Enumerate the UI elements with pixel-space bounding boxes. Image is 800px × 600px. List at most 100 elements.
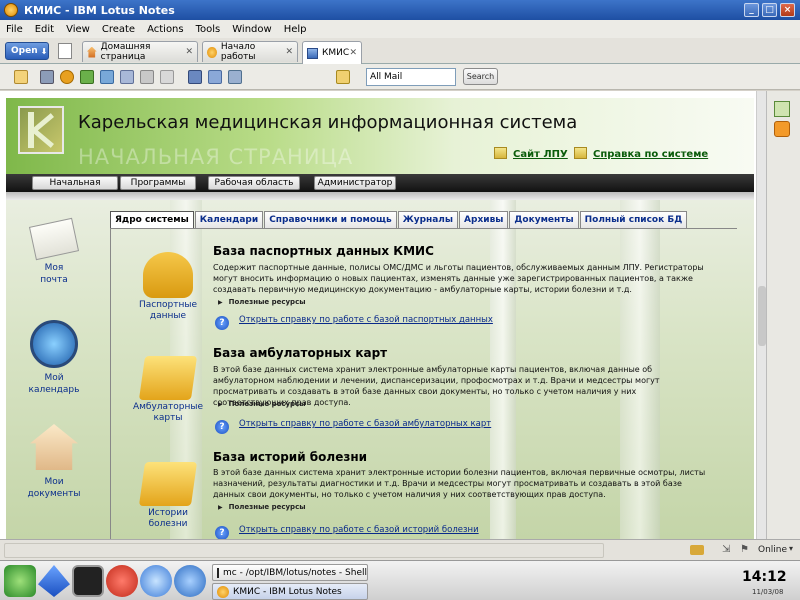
watermark-text: НАЧАЛЬНАЯ СТРАНИЦА xyxy=(78,145,354,169)
tab-home[interactable]: Домашняя страница ✕ xyxy=(82,41,198,62)
print-icon[interactable] xyxy=(40,70,54,84)
window-list-icon[interactable] xyxy=(58,43,72,59)
tab-documents[interactable]: Документы xyxy=(509,211,579,228)
kmis-logo xyxy=(18,106,64,154)
section-title: База историй болезни xyxy=(213,450,368,464)
maximize-button[interactable]: □ xyxy=(762,3,777,17)
online-menu-icon[interactable]: ▾ xyxy=(789,544,793,553)
droplet-icon[interactable] xyxy=(38,565,70,597)
search-input[interactable] xyxy=(366,68,456,86)
people-icon xyxy=(143,252,193,298)
help-link[interactable]: ? Открыть справку по работе с базой амбул… xyxy=(215,419,491,434)
menu-actions[interactable]: Actions xyxy=(141,24,190,35)
document-icon[interactable] xyxy=(208,70,222,84)
useful-resources-toggle[interactable]: Полезные ресурсы xyxy=(218,400,306,408)
site-header: Карельская медицинская информационная си… xyxy=(6,98,754,175)
help-icon: ? xyxy=(215,526,229,540)
system-help-link[interactable]: Справка по системе xyxy=(574,147,708,160)
tab-kmis[interactable]: КМИС ✕ xyxy=(302,41,362,64)
tab-references[interactable]: Справочники и помощь xyxy=(264,211,397,228)
properties-icon[interactable] xyxy=(228,70,242,84)
clock-time[interactable]: 14:12 xyxy=(742,569,787,585)
nav-admin[interactable]: Администратор xyxy=(314,176,396,190)
close-tab-icon[interactable]: ✕ xyxy=(285,47,293,57)
close-tab-icon[interactable]: ✕ xyxy=(349,48,357,58)
window-title: КМИС - IBM Lotus Notes xyxy=(24,3,175,17)
sidebar-my-documents[interactable]: Мои документы xyxy=(14,424,94,500)
arrow-icon xyxy=(494,147,507,159)
folder-icon xyxy=(138,462,198,506)
task-lotus[interactable]: КМИС - IBM Lotus Notes xyxy=(212,583,368,600)
tab-getting-started[interactable]: Начало работы ✕ xyxy=(202,41,298,62)
signal-icon[interactable]: ⇲ xyxy=(722,544,730,555)
nav-home[interactable]: Начальная xyxy=(32,176,118,190)
menu-edit[interactable]: Edit xyxy=(29,24,60,35)
task-shell[interactable]: mc - /opt/IBM/lotus/notes - Shell xyxy=(212,564,368,581)
tab-full-db-list[interactable]: Полный список БД xyxy=(579,211,688,228)
history-section-icon[interactable]: Истории болезни xyxy=(128,462,208,530)
menu-window[interactable]: Window xyxy=(226,24,277,35)
menu-file[interactable]: File xyxy=(0,24,29,35)
lotus-notes-icon xyxy=(4,3,18,17)
passport-section-icon[interactable]: Паспортные данные xyxy=(128,252,208,322)
new-icon[interactable] xyxy=(14,70,28,84)
calendar-icon[interactable] xyxy=(774,101,790,117)
key-icon[interactable] xyxy=(690,545,704,555)
sidebar-my-mail[interactable]: Моя почта xyxy=(14,217,94,286)
clock-date: 11/03/08 xyxy=(752,588,784,596)
search-button[interactable]: Search xyxy=(463,68,498,85)
link-icon[interactable] xyxy=(100,70,114,84)
help-link[interactable]: ? Открыть справку по работе с базой паспо… xyxy=(215,315,493,330)
close-tab-icon[interactable]: ✕ xyxy=(185,47,193,57)
browser-icon[interactable] xyxy=(174,565,206,597)
lotus-notes-icon xyxy=(217,585,229,598)
sidebar-my-calendar[interactable]: Мой календарь xyxy=(14,320,94,396)
nav-workspace[interactable]: Рабочая область xyxy=(208,176,300,190)
help-icon: ? xyxy=(215,316,229,330)
useful-resources-toggle[interactable]: Полезные ресурсы xyxy=(218,298,306,306)
search-scope-icon[interactable] xyxy=(336,70,350,84)
status-message xyxy=(4,543,604,558)
edit-icon[interactable] xyxy=(120,70,134,84)
tab-calendars[interactable]: Календари xyxy=(194,211,264,228)
location-icon[interactable]: ⚑ xyxy=(740,544,749,555)
window-tab-bar: Open ⬇ Домашняя страница ✕ Начало работы… xyxy=(0,38,800,64)
window-title-bar[interactable]: КМИС - IBM Lotus Notes _ □ × xyxy=(0,0,800,20)
move-icon[interactable] xyxy=(140,70,154,84)
tab-journals[interactable]: Журналы xyxy=(397,211,459,228)
forward-icon[interactable] xyxy=(80,70,94,84)
delete-icon[interactable] xyxy=(160,70,174,84)
menu-bar: File Edit View Create Actions Tools Wind… xyxy=(0,20,800,38)
toolbar: Search xyxy=(0,64,800,90)
nav-programs[interactable]: Программы xyxy=(120,176,196,190)
messenger-icon[interactable] xyxy=(140,565,172,597)
menu-help[interactable]: Help xyxy=(278,24,313,35)
terminal-icon[interactable] xyxy=(72,565,104,597)
mail-icon xyxy=(28,217,80,261)
minimize-button[interactable]: _ xyxy=(744,3,759,17)
lotus-app-icon[interactable] xyxy=(106,565,138,597)
site-title: Карельская медицинская информационная си… xyxy=(78,112,578,133)
stop-icon[interactable] xyxy=(60,70,74,84)
menu-view[interactable]: View xyxy=(60,24,96,35)
sidebar-rail xyxy=(766,91,800,539)
rss-icon[interactable] xyxy=(774,121,790,137)
useful-resources-toggle[interactable]: Полезные ресурсы xyxy=(218,503,306,511)
tab-archives[interactable]: Архивы xyxy=(459,211,509,228)
start-menu-icon[interactable] xyxy=(4,565,36,597)
lotus-icon xyxy=(207,46,217,58)
scrollbar-thumb[interactable] xyxy=(758,286,766,346)
open-button[interactable]: Open ⬇ xyxy=(5,42,49,60)
binoculars-icon[interactable] xyxy=(188,70,202,84)
menu-create[interactable]: Create xyxy=(96,24,141,35)
taskbar: mc - /opt/IBM/lotus/notes - Shell КМИС -… xyxy=(0,560,800,600)
vertical-scrollbar[interactable] xyxy=(756,91,766,539)
outpatient-section-icon[interactable]: Амбулаторные карты xyxy=(128,356,208,424)
menu-tools[interactable]: Tools xyxy=(190,24,227,35)
db-icon xyxy=(307,47,318,59)
close-button[interactable]: × xyxy=(780,3,795,17)
online-status[interactable]: Online xyxy=(758,545,787,555)
help-link[interactable]: ? Открыть справку по работе с базой истор… xyxy=(215,525,479,540)
lpu-site-link[interactable]: Сайт ЛПУ xyxy=(494,147,568,160)
tab-core[interactable]: Ядро системы xyxy=(110,211,194,228)
